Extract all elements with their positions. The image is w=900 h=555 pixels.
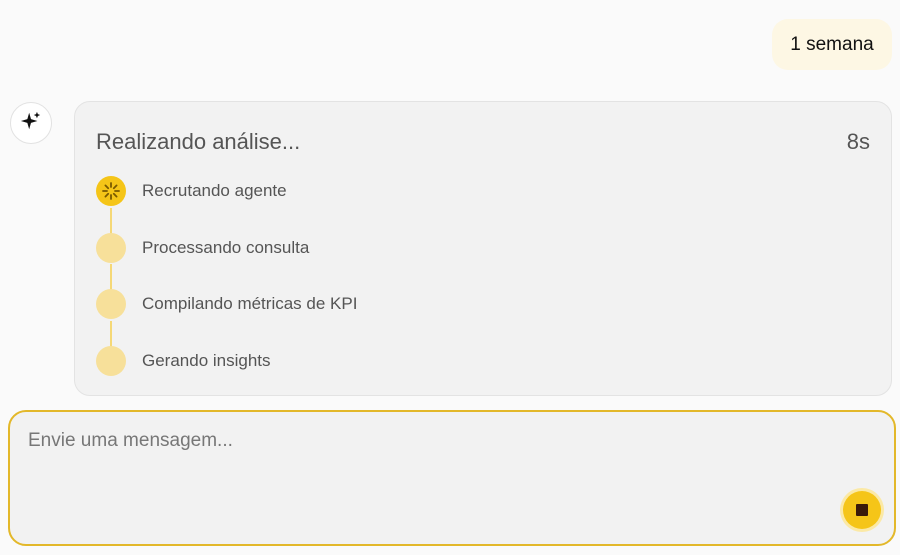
step-processing-query: Processando consulta [96,233,309,263]
step-label: Compilando métricas de KPI [142,294,358,313]
step-label: Processando consulta [142,238,310,257]
step-spinner-icon [96,176,126,206]
step-connector [110,208,112,234]
message-composer [8,410,896,546]
step-recruiting-agent: Recrutando agente [96,176,287,206]
chat-page: 1 semana Realizando análise... 8s Recrut… [0,0,900,555]
analysis-title: Realizando análise... [96,129,301,154]
step-label: Recrutando agente [142,181,287,200]
user-message-bubble: 1 semana [772,19,892,70]
step-label: Gerando insights [142,351,271,370]
step-pending-dot [96,233,126,263]
step-connector [110,321,112,347]
step-generating-insights: Gerando insights [96,346,271,376]
sparkle-icon [20,110,42,137]
elapsed-timer: 8s [846,129,870,154]
stop-icon [856,504,868,516]
step-pending-dot [96,289,126,319]
step-connector [110,264,112,290]
analysis-progress-card: Realizando análise... 8s Recrutando agen… [74,101,892,396]
message-input[interactable] [28,430,808,452]
step-pending-dot [96,346,126,376]
assistant-avatar [10,102,52,144]
user-message-text: 1 semana [790,33,874,55]
stop-generation-button[interactable] [843,491,881,529]
step-compiling-kpi: Compilando métricas de KPI [96,289,357,319]
